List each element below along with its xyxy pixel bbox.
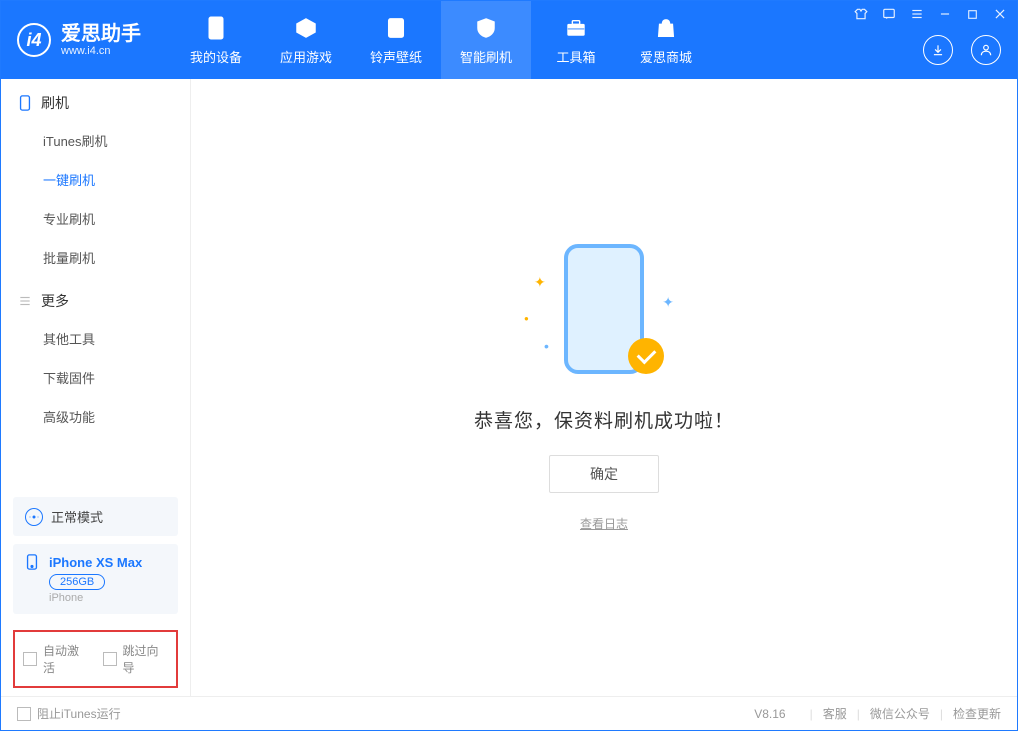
tab-apps[interactable]: 应用游戏 [261,1,351,79]
sidebar-item-download-fw[interactable]: 下载固件 [1,358,190,397]
sidebar-item-pro-flash[interactable]: 专业刷机 [1,199,190,238]
feedback-icon[interactable] [882,7,896,21]
tab-label: 智能刷机 [460,47,512,66]
sidebar-section-more: 更多 [1,277,190,319]
tab-ringtones[interactable]: 铃声壁纸 [351,1,441,79]
mode-box[interactable]: 正常模式 [13,497,178,536]
check-update-link[interactable]: 检查更新 [953,705,1001,722]
nav-tabs: 我的设备 应用游戏 铃声壁纸 智能刷机 工具箱 爱思商城 [171,1,711,79]
minimize-icon[interactable] [938,7,952,21]
device-capacity-badge: 256GB [49,574,105,590]
maximize-icon[interactable] [966,8,979,21]
download-button[interactable] [923,35,953,65]
auto-activate-checkbox[interactable]: 自动激活 [23,642,89,676]
checkbox-icon [103,652,117,666]
app-subtitle: www.i4.cn [61,45,141,57]
checkbox-icon [17,707,31,721]
toolbox-icon [563,15,589,41]
block-itunes-checkbox[interactable]: 阻止iTunes运行 [17,705,121,722]
music-icon [383,15,409,41]
section-title: 刷机 [41,93,69,113]
highlighted-options: 自动激活 跳过向导 [13,630,178,688]
logo-icon: i4 [17,23,51,57]
list-icon [17,293,33,309]
success-illustration: ✦ ✦ • ● [534,244,674,384]
user-button[interactable] [971,35,1001,65]
version-label: V8.16 [754,707,785,721]
app-window: i4 爱思助手 www.i4.cn 我的设备 应用游戏 铃声壁纸 智能刷机 [0,0,1018,731]
support-link[interactable]: 客服 [823,705,847,722]
logo: i4 爱思助手 www.i4.cn [17,23,141,57]
phone-icon [203,15,229,41]
sidebar-item-other-tools[interactable]: 其他工具 [1,319,190,358]
close-icon[interactable] [993,7,1007,21]
tab-label: 铃声壁纸 [370,47,422,66]
sidebar-item-onekey-flash[interactable]: 一键刷机 [1,160,190,199]
tab-flash[interactable]: 智能刷机 [441,1,531,79]
sidebar: 刷机 iTunes刷机 一键刷机 专业刷机 批量刷机 更多 其他工具 下载固件 … [1,79,191,696]
checkbox-label: 自动激活 [43,642,89,676]
body: 刷机 iTunes刷机 一键刷机 专业刷机 批量刷机 更多 其他工具 下载固件 … [1,79,1017,696]
tab-my-device[interactable]: 我的设备 [171,1,261,79]
app-title: 爱思助手 [61,23,141,45]
window-controls [854,7,1007,21]
sidebar-section-flash: 刷机 [1,79,190,121]
wechat-link[interactable]: 微信公众号 [870,705,930,722]
ok-button[interactable]: 确定 [549,455,659,493]
header: i4 爱思助手 www.i4.cn 我的设备 应用游戏 铃声壁纸 智能刷机 [1,1,1017,79]
checkbox-icon [23,652,37,666]
footer-right: V8.16 | 客服 | 微信公众号 | 检查更新 [754,705,1001,722]
section-title: 更多 [41,291,69,311]
skip-guide-checkbox[interactable]: 跳过向导 [103,642,169,676]
footer: 阻止iTunes运行 V8.16 | 客服 | 微信公众号 | 检查更新 [1,696,1017,730]
menu-icon[interactable] [910,7,924,21]
device-icon [17,95,33,111]
sparkle-icon: • [544,338,549,354]
tab-store[interactable]: 爱思商城 [621,1,711,79]
tab-label: 爱思商城 [640,47,692,66]
phone-small-icon [25,554,41,570]
sidebar-item-batch-flash[interactable]: 批量刷机 [1,238,190,277]
main-content: ✦ ✦ • ● 恭喜您，保资料刷机成功啦！ 确定 查看日志 [191,79,1017,696]
tab-label: 我的设备 [190,47,242,66]
sidebar-item-itunes-flash[interactable]: iTunes刷机 [1,121,190,160]
sidebar-item-advanced[interactable]: 高级功能 [1,397,190,436]
device-box[interactable]: iPhone XS Max 256GB iPhone [13,544,178,614]
tab-toolbox[interactable]: 工具箱 [531,1,621,79]
check-circle-icon [628,338,664,374]
mode-icon [25,508,43,526]
device-type: iPhone [49,592,166,604]
bag-icon [653,15,679,41]
mode-label: 正常模式 [51,507,103,526]
sparkle-icon: ✦ [534,274,546,291]
checkbox-label: 阻止iTunes运行 [37,705,121,722]
shield-refresh-icon [473,15,499,41]
sparkle-icon: ✦ [662,294,674,311]
success-message: 恭喜您，保资料刷机成功啦！ [474,406,734,433]
cube-icon [293,15,319,41]
checkbox-label: 跳过向导 [123,642,169,676]
sparkle-icon: ● [524,314,529,323]
view-log-link[interactable]: 查看日志 [580,515,628,532]
shirt-icon[interactable] [854,7,868,21]
tab-label: 工具箱 [556,47,595,66]
device-name: iPhone XS Max [49,555,142,570]
header-right [923,35,1001,65]
tab-label: 应用游戏 [280,47,332,66]
